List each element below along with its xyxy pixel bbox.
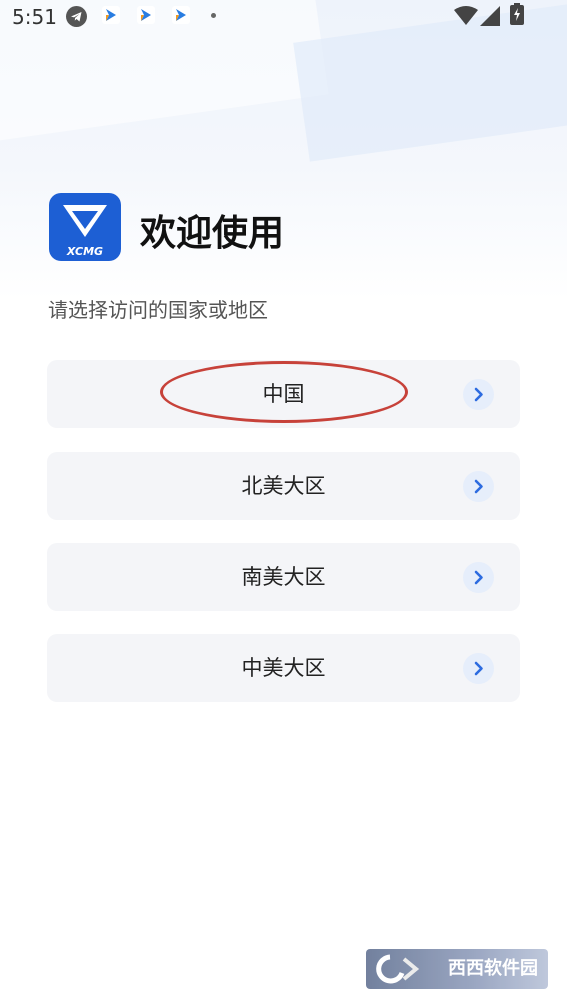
svg-text:XCMG: XCMG — [66, 245, 103, 258]
more-dot-icon — [211, 13, 216, 18]
region-option-south-america[interactable]: 南美大区 — [47, 543, 520, 611]
watermark-text: 西西软件园 — [448, 958, 538, 979]
status-bar: 5:51 — [0, 0, 567, 32]
region-option-central-america[interactable]: 中美大区 — [47, 634, 520, 702]
app-notification-icon — [102, 6, 120, 24]
chevron-right-icon — [463, 562, 494, 593]
telegram-icon — [66, 6, 87, 27]
battery-icon — [510, 3, 524, 29]
chevron-right-icon — [463, 653, 494, 684]
annotation-oval — [160, 361, 408, 423]
region-option-north-america[interactable]: 北美大区 — [47, 452, 520, 520]
page-title: 欢迎使用 — [140, 213, 285, 254]
region-label: 中美大区 — [241, 656, 326, 680]
signal-icon — [480, 6, 500, 30]
page-subtitle: 请选择访问的国家或地区 — [48, 298, 268, 322]
watermark-logo: 西西软件园 — [366, 949, 548, 989]
wifi-icon — [454, 6, 478, 29]
app-notification-icon — [172, 6, 190, 24]
chevron-right-icon — [463, 379, 494, 410]
chevron-right-icon — [463, 471, 494, 502]
region-label: 北美大区 — [241, 474, 326, 498]
app-notification-icon — [137, 6, 155, 24]
xcmg-logo: XCMG — [49, 193, 121, 261]
status-time: 5:51 — [12, 5, 57, 29]
region-label: 南美大区 — [241, 565, 326, 589]
